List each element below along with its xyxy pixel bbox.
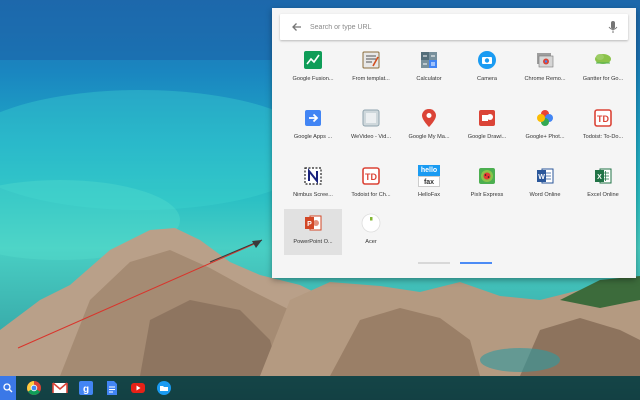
- app-tile-from-templates[interactable]: From templat...: [342, 46, 400, 92]
- app-label: PowerPoint O...: [293, 239, 333, 245]
- app-tile-todoist[interactable]: TD Todoist: To-Do...: [574, 104, 632, 150]
- hellofax-icon-text-top: hello: [418, 165, 440, 176]
- app-tile-acer[interactable]: Acer: [342, 209, 400, 255]
- svg-text:TD: TD: [365, 172, 377, 182]
- app-label: Google Fusion...: [292, 76, 334, 82]
- page-indicator-2[interactable]: [460, 262, 492, 264]
- app-label: Chrome Remo...: [524, 76, 566, 82]
- hellofax-icon-text-bottom: fax: [418, 176, 440, 187]
- launcher-button[interactable]: [0, 376, 16, 400]
- app-tile-hellofax[interactable]: hello fax HelloFax: [400, 162, 458, 208]
- app-label: Pixlr Express: [470, 192, 504, 198]
- nimbus-screenshot-icon: [304, 167, 322, 185]
- app-label: Nimbus Scree...: [293, 192, 333, 198]
- app-tile-calculator[interactable]: Calculator: [400, 46, 458, 92]
- google-apps-script-icon: [305, 110, 321, 126]
- acer-icon: [361, 213, 381, 233]
- excel-online-icon: X: [595, 168, 612, 184]
- app-tile-google-photos[interactable]: Google+ Phot...: [516, 104, 574, 150]
- app-label: Google Apps ...: [293, 134, 333, 140]
- app-label: Google+ Phot...: [525, 134, 565, 140]
- hellofax-icon: hello fax: [418, 165, 440, 187]
- app-tile-word-online[interactable]: W Word Online: [516, 162, 574, 208]
- back-arrow-icon[interactable]: [289, 19, 305, 35]
- app-tile-nimbus-screenshot[interactable]: Nimbus Scree...: [284, 162, 342, 208]
- app-label: Google My Ma...: [408, 134, 450, 140]
- app-label: Camera: [477, 76, 497, 82]
- app-tile-google-apps-script[interactable]: Google Apps ...: [284, 104, 342, 150]
- app-tile-camera[interactable]: Camera: [458, 46, 516, 92]
- google-docs-icon[interactable]: [104, 380, 120, 396]
- app-tile-excel-online[interactable]: X Excel Online: [574, 162, 632, 208]
- google-drawings-icon: [479, 110, 495, 126]
- app-label: Acer: [365, 239, 377, 245]
- pixlr-express-icon: [479, 168, 495, 184]
- app-tile-wevideo[interactable]: WeVideo - Vid...: [342, 104, 400, 150]
- svg-text:W: W: [538, 174, 545, 181]
- svg-text:g: g: [83, 384, 89, 395]
- search-input[interactable]: [310, 17, 600, 37]
- microphone-icon[interactable]: [606, 19, 620, 35]
- app-label: Google Drawi...: [467, 134, 507, 140]
- app-tile-powerpoint-online[interactable]: P PowerPoint O...: [284, 209, 342, 255]
- svg-text:TD: TD: [597, 114, 609, 124]
- app-tile-pixlr-express[interactable]: Pixlr Express: [458, 162, 516, 208]
- powerpoint-online-icon: P: [305, 215, 322, 231]
- app-label: Calculator: [416, 76, 442, 82]
- search-launcher-icon: [3, 383, 13, 393]
- from-templates-icon: [362, 51, 380, 69]
- todoist-icon: TD: [594, 109, 612, 127]
- app-tile-chrome-remote-desktop[interactable]: Chrome Remo...: [516, 46, 574, 92]
- youtube-icon[interactable]: [130, 380, 146, 396]
- page-indicator-1[interactable]: [418, 262, 450, 264]
- app-tile-google-drawings[interactable]: Google Drawi...: [458, 104, 516, 150]
- app-label: Word Online: [529, 192, 561, 198]
- svg-text:P: P: [307, 221, 312, 228]
- camera-icon: [478, 51, 496, 69]
- app-label: Todoist: To-Do...: [582, 134, 624, 140]
- chrome-icon[interactable]: [26, 380, 42, 396]
- word-online-icon: W: [537, 168, 554, 184]
- calculator-icon: [421, 52, 437, 68]
- app-tile-gantter[interactable]: Gantter for Go...: [574, 46, 632, 92]
- gantter-icon: [595, 54, 611, 64]
- svg-text:X: X: [597, 174, 602, 181]
- wevideo-icon: [362, 109, 380, 127]
- app-tile-google-fusion-tables[interactable]: Google Fusion...: [284, 46, 342, 92]
- app-launcher: Google Fusion... From templat... Calcula…: [272, 8, 636, 278]
- shelf: g: [0, 376, 640, 400]
- app-tile-google-my-maps[interactable]: Google My Ma...: [400, 104, 458, 150]
- launcher-page-indicator: [272, 262, 636, 266]
- files-icon[interactable]: [156, 380, 172, 396]
- app-label: From templat...: [352, 76, 390, 82]
- app-label: HelloFax: [417, 192, 441, 198]
- app-label: WeVideo - Vid...: [350, 134, 392, 140]
- app-label: Excel Online: [587, 192, 619, 198]
- todoist-chrome-icon: TD: [362, 167, 380, 185]
- google-fusion-tables-icon: [304, 51, 322, 69]
- google-my-maps-icon: [422, 109, 436, 127]
- google-search-icon[interactable]: g: [78, 380, 94, 396]
- chrome-remote-desktop-icon: [537, 53, 554, 68]
- app-tile-todoist-chrome[interactable]: TD Todoist for Ch...: [342, 162, 400, 208]
- google-photos-icon: [537, 110, 553, 126]
- app-label: Gantter for Go...: [582, 76, 624, 82]
- launcher-search-bar: [280, 14, 628, 40]
- gmail-icon[interactable]: [52, 380, 68, 396]
- app-label: Todoist for Ch...: [351, 192, 391, 198]
